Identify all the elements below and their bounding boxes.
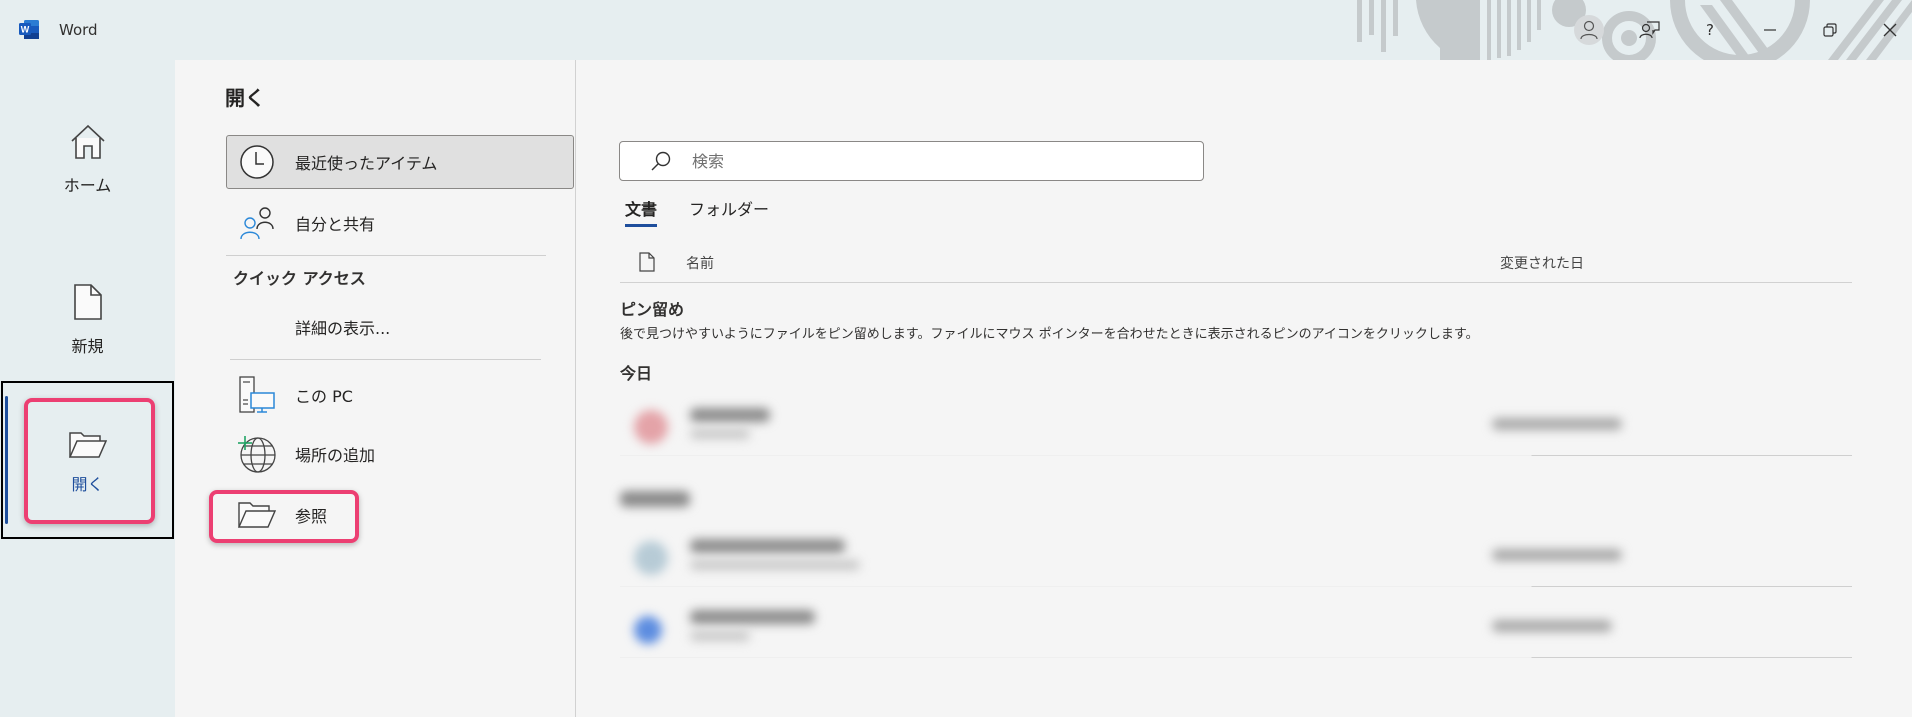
nav-home[interactable]: ホーム [0, 85, 175, 235]
close-button[interactable] [1874, 14, 1906, 46]
file-date-redacted [1492, 418, 1622, 430]
tab-folders[interactable]: フォルダー [689, 196, 769, 227]
help-icon: ? [1706, 21, 1714, 39]
nav-new[interactable]: 新規 [0, 245, 175, 395]
home-icon [70, 124, 105, 159]
places-pane: 開く 最近使ったアイテム 自分と共有 クイック アクセス 詳細の表示... この… [175, 60, 576, 717]
column-name[interactable]: 名前 [686, 253, 714, 273]
file-location-redacted [690, 560, 860, 570]
browse-folder-icon [238, 502, 276, 528]
place-recent[interactable]: 最近使ったアイテム [226, 135, 574, 189]
shared-people-icon [240, 207, 274, 240]
file-date-redacted [1492, 620, 1612, 632]
place-browse-label: 参照 [295, 507, 328, 526]
search-icon [651, 151, 671, 171]
file-name-redacted [690, 539, 845, 553]
file-name-redacted [690, 610, 815, 624]
nav-new-label: 新規 [71, 337, 104, 356]
search-box[interactable] [619, 141, 1204, 181]
svg-text:W: W [21, 25, 30, 35]
show-more-label: 詳細の表示... [295, 319, 391, 338]
place-browse[interactable]: 参照 [226, 488, 574, 542]
file-location-redacted [690, 631, 750, 641]
account-icon [1580, 20, 1598, 40]
help-button[interactable]: ? [1694, 14, 1726, 46]
active-nav-frame [1, 381, 174, 539]
divider [226, 255, 546, 256]
file-icon [634, 410, 668, 444]
place-this-pc[interactable]: この PC [226, 368, 574, 422]
file-row[interactable] [620, 396, 1852, 456]
place-add-location[interactable]: 場所の追加 [226, 427, 574, 481]
group-heading-redacted [620, 491, 690, 507]
place-shared-label: 自分と共有 [295, 215, 376, 234]
quick-access-heading: クイック アクセス [233, 269, 366, 288]
search-input[interactable] [692, 151, 1172, 171]
app-title: Word [59, 21, 98, 39]
place-this-pc-label: この PC [295, 387, 353, 406]
file-icon [634, 541, 668, 575]
group-today-heading: 今日 [620, 364, 653, 383]
minimize-button[interactable] [1754, 14, 1786, 46]
file-date-redacted [1492, 549, 1622, 561]
place-shared-with-me[interactable]: 自分と共有 [226, 196, 574, 250]
this-pc-icon [239, 376, 275, 413]
close-icon [1883, 23, 1897, 37]
list-header-divider [620, 282, 1852, 283]
account-button[interactable] [1574, 15, 1604, 45]
file-type-tabs: 文書 フォルダー [625, 196, 801, 227]
restore-icon [1823, 23, 1837, 37]
nav-home-label: ホーム [63, 176, 112, 195]
place-recent-label: 最近使ったアイテム [295, 154, 438, 173]
minimize-icon [1764, 29, 1776, 31]
restore-button[interactable] [1814, 14, 1846, 46]
file-name-redacted [690, 408, 770, 422]
file-row[interactable] [620, 598, 1852, 658]
active-nav-indicator [5, 396, 8, 524]
word-logo-icon: W [19, 20, 39, 39]
document-column-icon [639, 252, 655, 272]
new-document-icon [73, 284, 102, 320]
file-location-redacted [690, 429, 750, 439]
pinned-description: 後で見つけやすいようにファイルをピン留めします。ファイルにマウス ポインターを合… [620, 327, 1479, 342]
file-row[interactable] [620, 527, 1852, 587]
divider [230, 359, 541, 360]
feedback-icon [1639, 21, 1660, 39]
place-add-location-label: 場所の追加 [295, 446, 376, 465]
title-bar: W Word ? [0, 0, 1912, 60]
tab-documents[interactable]: 文書 [625, 196, 658, 227]
file-icon [634, 616, 662, 644]
show-more-link[interactable]: 詳細の表示... [226, 300, 574, 354]
page-title: 開く [225, 86, 265, 110]
pinned-heading: ピン留め [620, 300, 685, 319]
column-modified[interactable]: 変更された日 [1500, 253, 1584, 273]
clock-icon [240, 145, 274, 179]
feedback-button[interactable] [1634, 14, 1666, 46]
add-place-globe-icon [238, 436, 276, 473]
open-page: 開く 最近使ったアイテム 自分と共有 クイック アクセス 詳細の表示... この… [175, 60, 1912, 717]
